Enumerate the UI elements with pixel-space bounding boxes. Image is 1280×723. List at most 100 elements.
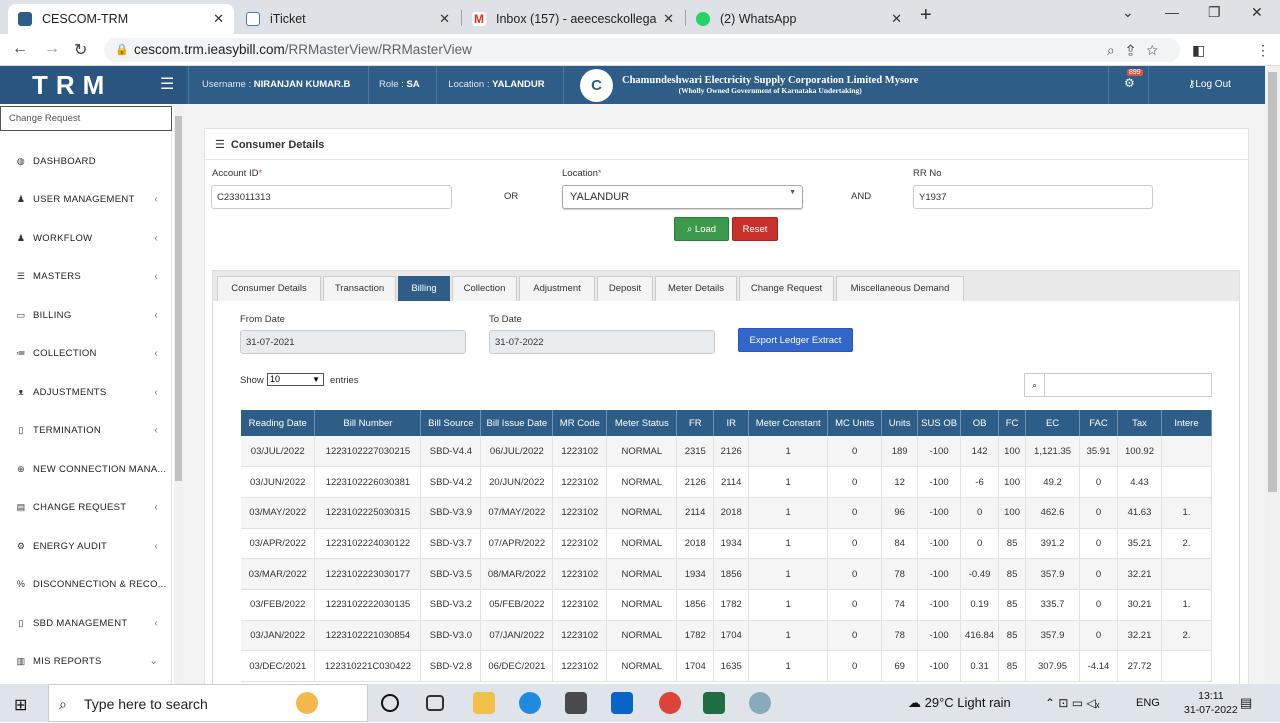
column-header[interactable]: IR: [713, 410, 750, 436]
new-tab-plus-icon[interactable]: +: [920, 4, 932, 27]
sidebar-item-termination[interactable]: ▯ TERMINATION ‹: [0, 411, 172, 449]
table-row[interactable]: 03/FEB/2022 1223102222030135 SBD-V3.2 05/FE…: [241, 589, 1212, 621]
browser-tab-gmail[interactable]: M Inbox (157) - aeecesckollegal@g ✕: [462, 4, 684, 34]
tab-adjustment[interactable]: Adjustment: [519, 276, 595, 301]
column-header[interactable]: Tax: [1117, 410, 1162, 436]
location-select[interactable]: YALANDUR ▼: [562, 185, 803, 209]
table-search-input[interactable]: [1044, 373, 1212, 397]
table-row[interactable]: 03/MAY/2022 1223102225030315 SBD-V3.9 07/MA…: [241, 497, 1212, 529]
tab-change-request[interactable]: Change Request: [739, 276, 834, 301]
sidebar-item-change-request[interactable]: ▤ CHANGE REQUEST ‹: [0, 488, 172, 526]
account-id-input[interactable]: C233011313: [211, 185, 452, 209]
sidebar-item-mis-reports[interactable]: ▥ MIS REPORTS ⌄: [0, 642, 172, 680]
sidebar-search-input[interactable]: Change Request: [0, 106, 172, 131]
url-field[interactable]: 🔒 cescom.trm.ieasybill.com/RRMasterView/…: [104, 38, 1180, 62]
close-tab-icon[interactable]: ✕: [213, 11, 224, 27]
minimize-icon[interactable]: —: [1165, 4, 1179, 20]
from-date-input[interactable]: 31-07-2021: [240, 330, 466, 354]
file-explorer-icon[interactable]: [473, 692, 495, 714]
column-header[interactable]: FAC: [1079, 410, 1118, 436]
table-row[interactable]: 03/APR/2022 1223102224030122 SBD-V3.7 07/AP…: [241, 528, 1212, 560]
tab-collection[interactable]: Collection: [452, 276, 517, 301]
column-header[interactable]: OB: [960, 410, 1000, 436]
sidebar-item-collection[interactable]: ≔ COLLECTION ‹: [0, 334, 172, 372]
language-indicator[interactable]: ENG: [1136, 684, 1160, 722]
sidebar-item-masters[interactable]: ☰ MASTERS ‹: [0, 257, 172, 295]
page-scrollbar[interactable]: [1265, 66, 1280, 684]
edge-icon[interactable]: [519, 692, 541, 714]
table-row[interactable]: 03/JUL/2022 1223102227030215 SBD-V4.4 06/JU…: [241, 436, 1212, 468]
close-tab-icon[interactable]: ✕: [891, 11, 902, 27]
sidebar-item-workflow[interactable]: ♟ WORKFLOW ‹: [0, 219, 172, 257]
tab-consumer-details[interactable]: Consumer Details: [217, 276, 321, 301]
sidebar-item-energy-audit[interactable]: ⚙ ENERGY AUDIT ‹: [0, 527, 172, 565]
column-header[interactable]: Reading Date: [241, 410, 316, 436]
table-row[interactable]: 03/JUN/2022 1223102226030381 SBD-V4.2 20/JU…: [241, 466, 1212, 498]
tray-icons[interactable]: ⌃ ⊡ ▭ ◁ₓ: [1045, 684, 1100, 722]
column-header[interactable]: MR Code: [552, 410, 608, 436]
to-date-input[interactable]: 31-07-2022: [489, 330, 715, 354]
close-window-icon[interactable]: ✕: [1251, 4, 1263, 21]
close-tab-icon[interactable]: ✕: [439, 11, 450, 27]
column-header[interactable]: Bill Number: [314, 410, 422, 436]
notification-center-icon[interactable]: ▤: [1240, 684, 1252, 722]
maximize-icon[interactable]: ❐: [1208, 4, 1221, 21]
column-header[interactable]: Units: [881, 410, 919, 436]
sidebar-item-billing[interactable]: ▭ BILLING ‹: [0, 296, 172, 334]
chrome-icon[interactable]: [659, 692, 681, 714]
sidebar-item-adjustments[interactable]: ᴥ ADJUSTMENTS ‹: [0, 373, 172, 411]
zoom-share-star-icons[interactable]: ⌕⇪☆: [1107, 38, 1170, 62]
notification-icon[interactable]: ⚙: [1124, 76, 1135, 90]
taskbar-search-input[interactable]: ⌕ Type here to search: [48, 684, 368, 722]
column-header[interactable]: Bill Issue Date: [480, 410, 554, 436]
sidebar-item-disconnection[interactable]: % DISCONNECTION & RECO...: [0, 565, 172, 603]
browser-tab-whatsapp[interactable]: (2) WhatsApp ✕: [686, 4, 912, 34]
column-header[interactable]: EC: [1025, 410, 1081, 436]
table-search-icon[interactable]: ⌕: [1024, 373, 1044, 397]
kebab-menu-icon[interactable]: ⋮: [1256, 42, 1270, 59]
tab-billing[interactable]: Billing: [398, 276, 450, 301]
sidebar-item-sbd-management[interactable]: ▯ SBD MANAGEMENT ‹: [0, 604, 172, 642]
table-row[interactable]: 03/DEC/2021 122310221C030422 SBD-V2.8 06/DE…: [241, 650, 1212, 682]
weather-text[interactable]: ☁ 29°C Light rain: [908, 684, 1011, 722]
excel-icon[interactable]: [703, 692, 725, 714]
logout-link[interactable]: ⚷Log Out: [1188, 66, 1231, 104]
mail-icon[interactable]: [611, 692, 633, 714]
column-header[interactable]: SUS OB: [917, 410, 962, 436]
column-header[interactable]: Meter Constant: [748, 410, 829, 436]
tab-meter-details[interactable]: Meter Details: [655, 276, 737, 301]
browser-tab-cescom[interactable]: CESCOM-TRM ✕: [8, 4, 234, 34]
reload-icon[interactable]: ↻: [74, 40, 87, 60]
task-view-icon[interactable]: [426, 695, 444, 711]
rr-no-input[interactable]: Y1937: [913, 185, 1153, 209]
reset-button[interactable]: Reset: [732, 217, 778, 241]
cortana-icon[interactable]: [381, 694, 399, 712]
sidebar-item-dashboard[interactable]: ◍ DASHBOARD: [0, 142, 172, 180]
entries-select[interactable]: 10 ▼: [267, 373, 324, 386]
back-arrow-icon[interactable]: ←: [12, 40, 28, 58]
forward-arrow-icon[interactable]: →: [44, 40, 60, 58]
sidebar-item-user-management[interactable]: ♟ USER MANAGEMENT ‹: [0, 180, 172, 218]
tab-search-chevron-icon[interactable]: ⌄: [1122, 4, 1134, 21]
browser-tab-iticket[interactable]: iTicket ✕: [236, 4, 460, 34]
weather-widget-icon[interactable]: [296, 692, 318, 714]
sidepanel-icon[interactable]: ◧: [1192, 42, 1205, 59]
column-header[interactable]: Meter Status: [606, 410, 678, 436]
export-ledger-button[interactable]: Export Ledger Extract: [738, 328, 853, 352]
load-button[interactable]: ⌕ Load: [674, 217, 729, 241]
store-icon[interactable]: [565, 692, 587, 714]
sidebar-item-new-connection[interactable]: ⊕ NEW CONNECTION MANA...: [0, 450, 172, 488]
tab-miscellaneous-demand[interactable]: Miscellaneous Demand: [836, 276, 964, 301]
tab-transaction[interactable]: Transaction: [323, 276, 396, 301]
hamburger-menu-icon[interactable]: ☰: [160, 66, 174, 104]
column-header[interactable]: MC Units: [827, 410, 883, 436]
clock[interactable]: 13:11 31-07-2022: [1184, 689, 1238, 717]
column-header[interactable]: FC: [998, 410, 1027, 436]
table-row[interactable]: 03/JAN/2022 1223102221030854 SBD-V3.0 07/JA…: [241, 620, 1212, 652]
windows-start-icon[interactable]: ⊞: [14, 695, 27, 715]
column-header[interactable]: FR: [676, 410, 715, 436]
column-header[interactable]: Intere: [1161, 410, 1212, 436]
paint-icon[interactable]: [749, 692, 771, 714]
tab-deposit[interactable]: Deposit: [597, 276, 653, 301]
sidebar-scrollbar[interactable]: [174, 104, 183, 684]
